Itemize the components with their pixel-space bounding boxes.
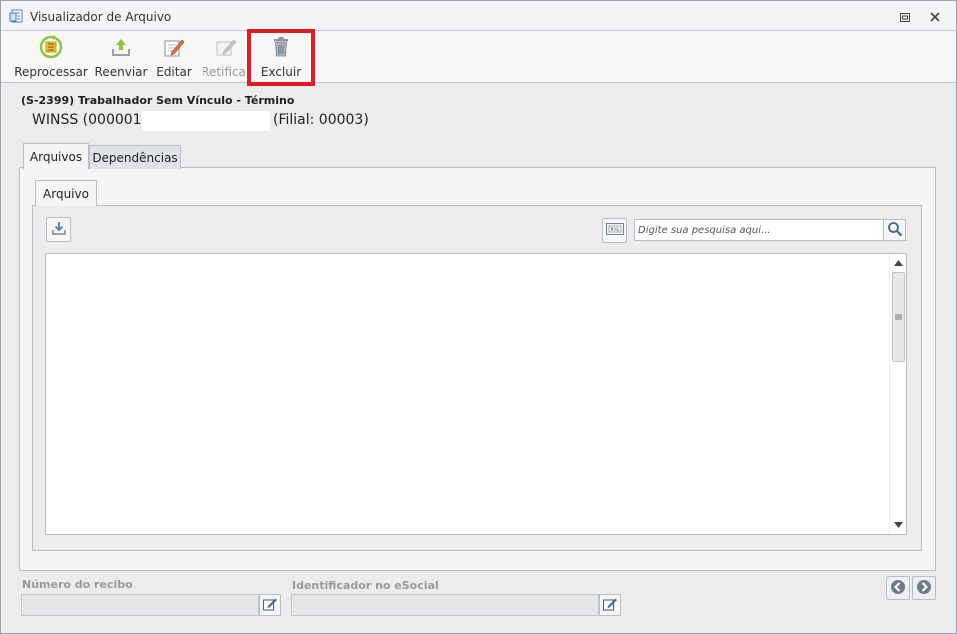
edit-icon: [162, 35, 186, 59]
numero-recibo-field: [21, 594, 259, 616]
xml-icon: [605, 223, 624, 238]
tab-arquivo[interactable]: Arquivo: [35, 180, 97, 206]
company-name: WINSS (000001): [32, 112, 148, 128]
excluir-label: Excluir: [260, 65, 302, 79]
tab-arquivos[interactable]: Arquivos: [23, 143, 89, 169]
tab-dependencias[interactable]: Dependências: [89, 145, 181, 169]
next-button[interactable]: [912, 576, 936, 600]
scroll-thumb[interactable]: [892, 272, 905, 362]
reprocessar-button[interactable]: Reprocessar: [14, 35, 88, 79]
filial-label: (Filial: 00003): [273, 112, 369, 128]
rectify-icon: [214, 35, 238, 59]
vertical-scrollbar[interactable]: [889, 254, 906, 534]
retificar-button[interactable]: Retificar: [203, 35, 249, 79]
numero-recibo-label: Número do recibo: [22, 578, 133, 591]
reprocess-icon: [39, 35, 63, 59]
scroll-up-arrow-icon[interactable]: [890, 255, 906, 271]
restore-icon[interactable]: [897, 9, 913, 25]
edit-identificador-button[interactable]: [599, 594, 621, 616]
search-icon: [887, 221, 903, 240]
editar-label: Editar: [156, 65, 192, 79]
redacted-field: [142, 111, 270, 131]
editar-button[interactable]: Editar: [155, 35, 193, 79]
search-input[interactable]: [634, 219, 884, 241]
arrow-right-circle-icon: [916, 579, 932, 598]
search-button[interactable]: [884, 219, 906, 241]
upload-icon: [109, 35, 133, 59]
trash-icon: [269, 35, 293, 59]
edit-pencil-icon: [262, 596, 278, 615]
document-viewer-icon: [9, 9, 24, 24]
reenviar-button[interactable]: Reenviar: [95, 35, 147, 79]
download-button[interactable]: [46, 217, 71, 242]
scroll-down-arrow-icon[interactable]: [890, 517, 906, 533]
file-viewer-window: Visualizador de Arquivo Reprocessar Reen…: [0, 0, 957, 634]
event-title: (S-2399) Trabalhador Sem Vínculo - Térmi…: [21, 94, 295, 107]
title-bar: Visualizador de Arquivo: [1, 1, 956, 31]
previous-button[interactable]: [886, 576, 910, 600]
edit-recibo-button[interactable]: [259, 594, 281, 616]
close-icon[interactable]: [927, 9, 943, 25]
arrow-left-circle-icon: [890, 579, 906, 598]
retificar-label: Retificar: [203, 65, 249, 79]
reprocessar-label: Reprocessar: [14, 65, 88, 79]
excluir-button[interactable]: Excluir: [261, 35, 301, 79]
download-icon: [51, 220, 67, 239]
identificador-field: [291, 594, 599, 616]
identificador-label: Identificador no eSocial: [292, 579, 439, 592]
file-content-area[interactable]: [45, 253, 907, 535]
xml-view-button[interactable]: [602, 218, 627, 243]
reenviar-label: Reenviar: [94, 65, 148, 79]
edit-pencil-icon: [602, 596, 618, 615]
window-title: Visualizador de Arquivo: [30, 10, 172, 24]
toolbar: Reprocessar Reenviar Editar Retificar Ex…: [1, 31, 956, 83]
